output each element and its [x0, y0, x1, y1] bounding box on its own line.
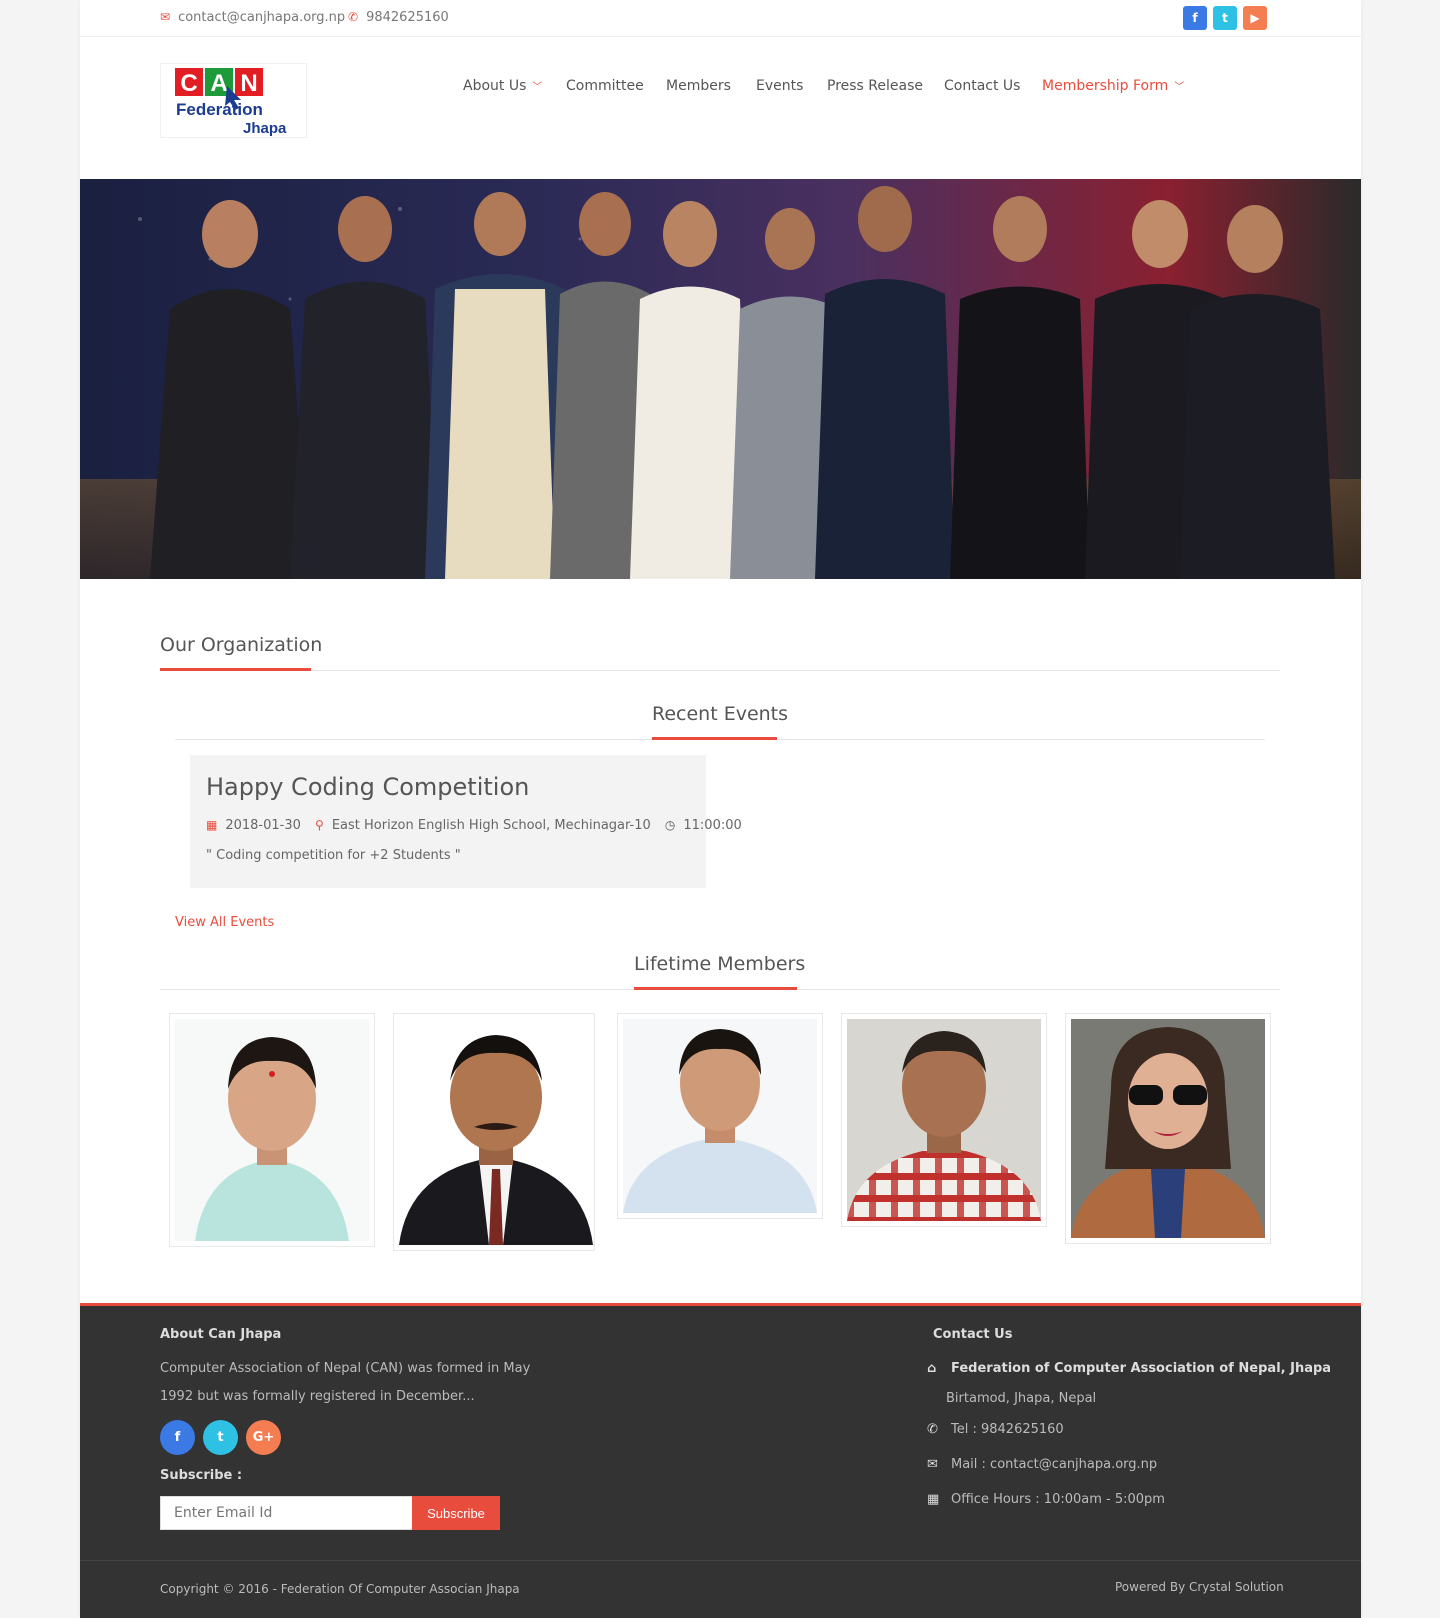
- member-photo: [175, 1019, 369, 1241]
- nav-label: Events: [756, 78, 804, 94]
- footer-copyright: Copyright © 2016 - Federation Of Compute…: [160, 1582, 520, 1596]
- topbar-email[interactable]: ✉ contact@canjhapa.org.np: [160, 10, 345, 25]
- section-underline: [652, 737, 777, 740]
- nav-press-release[interactable]: Press Release: [827, 78, 923, 94]
- nav-members[interactable]: Members: [666, 78, 731, 94]
- svg-text:A: A: [210, 70, 227, 97]
- section-title-recent-events: Recent Events: [652, 703, 789, 725]
- nav-contact-us[interactable]: Contact Us: [944, 78, 1020, 94]
- footer-hours: ▦ Office Hours : 10:00am - 5:00pm: [927, 1492, 1165, 1507]
- event-meta: ▦ 2018-01-30 ⚲ East Horizon English High S…: [206, 818, 742, 833]
- footer-mail[interactable]: ✉ Mail : contact@canjhapa.org.np: [927, 1457, 1157, 1472]
- footer-org-name: ⌂ Federation of Computer Association of N…: [927, 1361, 1331, 1376]
- logo-graphic: C A N Federation Jhapa: [175, 68, 287, 137]
- footer-powered-by-link[interactable]: Powered By Crystal Solution: [1115, 1580, 1284, 1594]
- chevron-down-icon: ﹀: [532, 82, 543, 93]
- footer-subscribe-label: Subscribe :: [160, 1468, 243, 1483]
- footer-org-name-text: Federation of Computer Association of Ne…: [951, 1361, 1332, 1376]
- view-all-events-link[interactable]: View All Events: [175, 915, 274, 930]
- member-photo: [399, 1019, 593, 1245]
- calendar-icon: ▦: [927, 1492, 940, 1507]
- nav-label: Contact Us: [944, 78, 1021, 94]
- section-underline: [160, 668, 311, 671]
- member-photo: [847, 1019, 1041, 1221]
- clock-icon: ◷: [664, 818, 676, 832]
- event-location: East Horizon English High School, Mechin…: [331, 818, 651, 833]
- subscribe-email-input[interactable]: [160, 1496, 413, 1530]
- svg-text:N: N: [240, 70, 257, 97]
- member-card[interactable]: [393, 1013, 595, 1251]
- footer-about-text-line2: 1992 but was formally registered in Dece…: [160, 1389, 475, 1404]
- subscribe-button[interactable]: Subscribe: [412, 1496, 500, 1530]
- page: ✉ contact@canjhapa.org.np ✆ 9842625160 f t…: [80, 0, 1361, 1618]
- member-photo: [623, 1019, 817, 1213]
- twitter-icon[interactable]: t: [1213, 6, 1237, 30]
- nav-events[interactable]: Events: [756, 78, 803, 94]
- footer-contact-heading: Contact Us: [933, 1327, 1013, 1342]
- footer-address: Birtamod, Jhapa, Nepal: [946, 1391, 1097, 1406]
- event-description: " Coding competition for +2 Students ": [206, 848, 461, 863]
- footer-hours-text: Office Hours : 10:00am - 5:00pm: [951, 1492, 1165, 1507]
- nav-label: Press Release: [827, 78, 923, 94]
- footer-divider: [80, 1560, 1361, 1561]
- envelope-icon: ✉: [927, 1457, 938, 1472]
- event-card[interactable]: Happy Coding Competition ▦ 2018-01-30 ⚲ Ea…: [190, 755, 742, 888]
- nav-committee[interactable]: Committee: [566, 78, 644, 94]
- topbar-phone-text: 9842625160: [366, 10, 449, 25]
- footer-tel-text: Tel : 9842625160: [951, 1422, 1064, 1437]
- svg-text:Jhapa: Jhapa: [243, 120, 287, 137]
- member-card[interactable]: [1065, 1013, 1271, 1244]
- envelope-icon: ✉: [160, 10, 171, 24]
- section-divider: [160, 670, 1280, 671]
- youtube-icon[interactable]: ▶: [1243, 6, 1267, 30]
- topbar: ✉ contact@canjhapa.org.np ✆ 9842625160 f t…: [80, 0, 1361, 37]
- footer-google-plus-icon[interactable]: G+: [246, 1420, 281, 1455]
- footer-tel[interactable]: ✆ Tel : 9842625160: [927, 1422, 1064, 1437]
- section-underline: [634, 987, 797, 990]
- chevron-down-icon: ﹀: [1174, 82, 1185, 93]
- footer-about-heading: About Can Jhapa: [160, 1327, 282, 1342]
- svg-text:Federation: Federation: [176, 100, 263, 119]
- footer-facebook-icon[interactable]: f: [160, 1420, 195, 1455]
- topbar-phone[interactable]: ✆ 9842625160: [348, 10, 449, 25]
- footer-twitter-icon[interactable]: t: [203, 1420, 238, 1455]
- event-time: 11:00:00: [683, 818, 742, 833]
- phone-icon: ✆: [348, 10, 359, 24]
- member-card[interactable]: [617, 1013, 823, 1219]
- member-card[interactable]: [169, 1013, 375, 1247]
- footer-accent-line: [80, 1303, 1361, 1306]
- section-title-lifetime-members: Lifetime Members: [634, 953, 806, 975]
- nav-membership-form[interactable]: Membership Form ﹀: [1042, 78, 1184, 94]
- phone-icon: ✆: [927, 1422, 938, 1437]
- topbar-email-text: contact@canjhapa.org.np: [178, 10, 346, 25]
- svg-text:C: C: [180, 70, 197, 97]
- nav-about-us[interactable]: About Us ﹀: [463, 78, 542, 94]
- nav-label: Members: [666, 78, 731, 94]
- footer-mail-text: Mail : contact@canjhapa.org.np: [951, 1457, 1158, 1472]
- member-photo: [1071, 1019, 1265, 1238]
- home-icon: ⌂: [927, 1361, 937, 1376]
- footer: [80, 1303, 1361, 1618]
- hero-banner-image: [80, 179, 1361, 579]
- nav-label: Committee: [566, 78, 644, 94]
- nav-label: Membership Form: [1042, 78, 1169, 94]
- nav-label: About Us: [463, 78, 527, 94]
- map-marker-icon: ⚲: [315, 818, 324, 832]
- section-title-organization: Our Organization: [160, 634, 323, 656]
- event-title[interactable]: Happy Coding Competition: [206, 773, 529, 801]
- site-logo[interactable]: C A N Federation Jhapa: [160, 63, 307, 138]
- facebook-icon[interactable]: f: [1183, 6, 1207, 30]
- member-card[interactable]: [841, 1013, 1047, 1227]
- footer-about-text-line1: Computer Association of Nepal (CAN) was …: [160, 1361, 531, 1376]
- calendar-icon: ▦: [206, 818, 218, 832]
- event-date: 2018-01-30: [225, 818, 301, 833]
